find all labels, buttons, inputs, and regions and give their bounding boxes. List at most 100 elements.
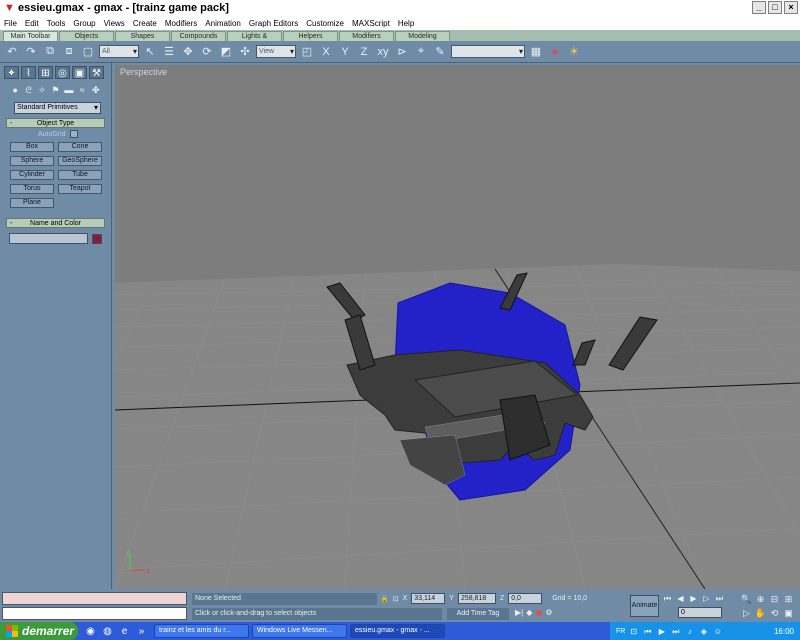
named-selection-dropdown[interactable]	[451, 45, 525, 58]
media-prev-icon[interactable]: ⏮	[642, 626, 653, 637]
select-move-icon[interactable]: ✥	[180, 44, 196, 60]
cylinder-button[interactable]: Cylinder	[10, 170, 54, 180]
restrict-xy-icon[interactable]: xy	[375, 44, 391, 60]
maximize-viewport-icon[interactable]: ▣	[782, 607, 795, 619]
tab-modeling[interactable]: Modeling	[395, 31, 450, 41]
menu-help[interactable]: Help	[398, 19, 414, 28]
set-key-icon[interactable]: ◆	[526, 608, 532, 617]
menu-graph-editors[interactable]: Graph Editors	[249, 19, 298, 28]
geosphere-button[interactable]: GeoSphere	[58, 156, 102, 166]
shapes-icon[interactable]: ᘓ	[23, 84, 33, 96]
go-to-end-icon[interactable]: ⏭	[714, 593, 725, 604]
taskbar-item-firefox[interactable]: trainz et les amis du r...	[154, 624, 249, 638]
redo-icon[interactable]: ↷	[23, 44, 39, 60]
show-desktop-icon[interactable]: »	[135, 625, 148, 638]
select-scale-icon[interactable]: ◩	[218, 44, 234, 60]
teapot-button[interactable]: Teapot	[58, 184, 102, 194]
maxscript-listener-line[interactable]	[2, 592, 187, 605]
security-icon[interactable]: ◈	[698, 626, 709, 637]
start-button[interactable]: demarrer	[0, 622, 78, 640]
select-manipulate-icon[interactable]: ✣	[237, 44, 253, 60]
snap-icon[interactable]: ✎	[432, 44, 448, 60]
menu-animation[interactable]: Animation	[205, 19, 241, 28]
pivot-center-icon[interactable]: ◰	[299, 44, 315, 60]
restrict-x-icon[interactable]: X	[318, 44, 334, 60]
lock-icon[interactable]: 🔒	[380, 595, 389, 603]
volume-icon[interactable]: ♪	[684, 626, 695, 637]
menu-views[interactable]: Views	[104, 19, 125, 28]
undo-icon[interactable]: ↶	[4, 44, 20, 60]
select-region-icon[interactable]: ▢	[80, 44, 96, 60]
modify-panel-icon[interactable]: ⌇	[21, 66, 36, 79]
language-indicator[interactable]: FR	[616, 628, 625, 635]
tab-compounds[interactable]: Compounds	[171, 31, 226, 41]
track-view-icon[interactable]: ▦	[528, 44, 544, 60]
media-play-icon[interactable]: ▶	[656, 626, 667, 637]
x-coordinate-field[interactable]: 33,114	[411, 593, 446, 604]
object-category-dropdown[interactable]: Standard Primitives	[14, 102, 101, 114]
selection-filter-dropdown[interactable]: All	[99, 45, 139, 58]
box-button[interactable]: Box	[10, 142, 54, 152]
maximize-button[interactable]: □	[768, 1, 782, 14]
systems-icon[interactable]: ✤	[91, 84, 101, 96]
cone-button[interactable]: Cone	[58, 142, 102, 152]
menu-tools[interactable]: Tools	[47, 19, 66, 28]
previous-frame-icon[interactable]: ◀	[675, 593, 686, 604]
object-type-rollout[interactable]: - Object Type	[6, 118, 105, 128]
select-object-icon[interactable]: ↖	[142, 44, 158, 60]
media-next-icon[interactable]: ⏭	[670, 626, 681, 637]
media-player-icon[interactable]: ◉	[84, 625, 97, 638]
utilities-panel-icon[interactable]: ⚒	[89, 66, 104, 79]
object-name-input[interactable]	[9, 233, 89, 244]
tab-objects[interactable]: Objects	[59, 31, 114, 41]
z-coordinate-field[interactable]: 0,0	[508, 593, 543, 604]
viewport-label[interactable]: Perspective	[120, 67, 167, 77]
maxscript-input-line[interactable]	[2, 607, 187, 620]
menu-customize[interactable]: Customize	[306, 19, 344, 28]
unlink-icon[interactable]: ⧈	[61, 44, 77, 60]
internet-explorer-icon[interactable]: e	[118, 625, 131, 638]
minimize-button[interactable]: _	[752, 1, 766, 14]
add-time-tag-button[interactable]: Add Time Tag	[447, 608, 509, 620]
name-color-rollout[interactable]: - Name and Color	[6, 218, 105, 228]
sphere-button[interactable]: Sphere	[10, 156, 54, 166]
perspective-viewport[interactable]: Perspective z x	[115, 65, 800, 589]
current-frame-field[interactable]: 0	[678, 607, 722, 618]
reference-coordinate-dropdown[interactable]: View	[256, 45, 296, 58]
zoom-extents-all-icon[interactable]: ⊞	[782, 593, 795, 605]
motion-panel-icon[interactable]: ◎	[55, 66, 70, 79]
auto-key-icon[interactable]: ◉	[535, 608, 542, 617]
create-panel-icon[interactable]: ✦	[4, 66, 19, 79]
tube-button[interactable]: Tube	[58, 170, 102, 180]
taskbar-item-messenger[interactable]: Windows Live Messen...	[252, 624, 347, 638]
key-filter-icon[interactable]: ⚙	[545, 608, 552, 617]
restrict-z-icon[interactable]: Z	[356, 44, 372, 60]
render-icon[interactable]: ☀	[566, 44, 582, 60]
tab-main-toolbar[interactable]: Main Toolbar	[3, 31, 58, 41]
display-panel-icon[interactable]: ▣	[72, 66, 87, 79]
space-warps-icon[interactable]: ≈	[77, 84, 87, 96]
select-rotate-icon[interactable]: ⟳	[199, 44, 215, 60]
hierarchy-panel-icon[interactable]: ⊞	[38, 66, 53, 79]
go-to-start-icon[interactable]: ⏮	[662, 593, 673, 604]
zoom-icon[interactable]: 🔍	[740, 593, 753, 605]
network-icon[interactable]: ⊡	[628, 626, 639, 637]
menu-edit[interactable]: Edit	[25, 19, 39, 28]
plane-button[interactable]: Plane	[10, 198, 54, 208]
play-icon[interactable]: ▶	[688, 593, 699, 604]
restrict-y-icon[interactable]: Y	[337, 44, 353, 60]
taskbar-item-gmax[interactable]: essieu.gmax - gmax - ...	[350, 624, 445, 638]
key-mode-icon[interactable]: ▶|	[515, 608, 523, 617]
menu-file[interactable]: File	[4, 19, 17, 28]
arc-rotate-icon[interactable]: ⟲	[768, 607, 781, 619]
menu-maxscript[interactable]: MAXScript	[352, 19, 390, 28]
y-coordinate-field[interactable]: 258,818	[457, 593, 496, 604]
object-color-swatch[interactable]	[92, 233, 102, 244]
tab-shapes[interactable]: Shapes	[115, 31, 170, 41]
align-icon[interactable]: ⌖	[413, 44, 429, 60]
tab-modifiers[interactable]: Modifiers	[339, 31, 394, 41]
geometry-icon[interactable]: ●	[10, 84, 20, 96]
tab-helpers[interactable]: Helpers	[283, 31, 338, 41]
menu-create[interactable]: Create	[133, 19, 157, 28]
firefox-icon[interactable]: ◍	[101, 625, 114, 638]
